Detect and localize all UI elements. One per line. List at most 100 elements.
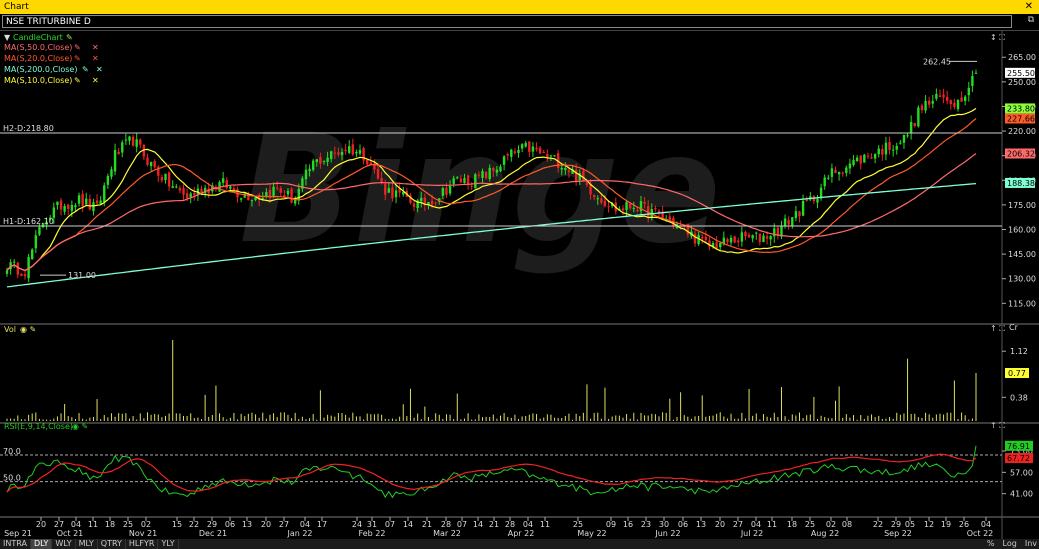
candle-body <box>70 204 74 211</box>
close-icon[interactable]: ✕ <box>1025 0 1033 14</box>
close-icon[interactable]: ✕ <box>92 43 99 52</box>
pencil-icon[interactable]: ✎ <box>82 65 89 74</box>
candle-body <box>942 94 945 98</box>
tab-yly[interactable]: YLY <box>158 539 179 549</box>
toggle-log[interactable]: Log <box>1003 539 1017 548</box>
volume-legend[interactable]: Vol <box>4 325 16 334</box>
close-icon[interactable]: ✕ <box>92 54 99 63</box>
tab-intra[interactable]: INTRA <box>0 539 31 549</box>
time-month-label: Jul 22 <box>740 529 763 538</box>
candle-body <box>967 87 970 96</box>
tab-hlfyr[interactable]: HLFYR <box>126 539 159 549</box>
time-month-label: Nov 21 <box>129 529 157 538</box>
symbol-input[interactable]: NSE TRITURBINE D <box>2 15 1012 28</box>
volume-value-tag-label: 0.77 <box>1008 369 1026 378</box>
time-month-label: Apr 22 <box>508 529 535 538</box>
time-tick-label: 05 <box>905 520 915 529</box>
indicator-legend[interactable]: MA(S,20.0,Close) <box>4 54 72 63</box>
candle-body <box>506 154 509 156</box>
tab-dly[interactable]: DLY <box>30 539 53 549</box>
candle-body <box>549 155 553 157</box>
rsi-tick-label: 57.00 <box>1010 468 1033 477</box>
candle-body <box>430 200 434 205</box>
candle-body <box>124 139 128 141</box>
time-tick-label: 04 <box>523 520 533 529</box>
candle-body <box>733 236 736 243</box>
toggle-percent[interactable]: % <box>987 539 995 548</box>
candle-body <box>488 167 491 179</box>
candle-body <box>495 169 499 173</box>
candle-body <box>106 176 110 185</box>
candle-body <box>542 152 545 154</box>
pencil-icon[interactable]: ✎ <box>74 43 81 52</box>
candle-body <box>88 198 92 210</box>
tab-qtry[interactable]: QTRY <box>98 539 126 549</box>
candle-body <box>834 169 837 174</box>
candle-body <box>899 142 902 144</box>
candle-body <box>441 188 445 196</box>
eye-icon[interactable]: ◉ ✎ <box>20 325 36 334</box>
h-line-label: H2-D:218.80 <box>3 124 54 133</box>
candle-body <box>773 228 776 237</box>
candle-body <box>668 216 672 220</box>
indicator-legend[interactable]: MA(S,10.0,Close) <box>4 76 72 85</box>
candle-body <box>128 136 131 141</box>
time-tick-label: 14 <box>403 520 413 529</box>
time-tick-label: 15 <box>172 520 182 529</box>
time-tick-label: 27 <box>279 520 289 529</box>
candle-body <box>146 157 149 165</box>
h-line-label: H1-D:162.10 <box>3 217 54 226</box>
price-tick-label: 160.00 <box>1008 225 1036 234</box>
candle-body <box>740 232 744 242</box>
candle-body <box>765 236 769 239</box>
tab-mly[interactable]: MLY <box>76 539 98 549</box>
candle-body <box>452 178 455 184</box>
candle-body <box>167 172 171 187</box>
pencil-icon[interactable]: ✎ <box>74 54 81 63</box>
time-tick-label: 08 <box>842 520 852 529</box>
chart-canvas[interactable]: Binge H2-D:218.80H1-D:162.10262.45131.00… <box>0 31 1039 539</box>
pane-controls-icon[interactable]: ↑ ⛶ <box>990 421 1005 430</box>
candle-body <box>412 203 416 207</box>
candle-body <box>621 208 625 211</box>
candle-body <box>538 147 542 154</box>
time-tick-label: 22 <box>873 520 883 529</box>
candle-legend-arrow[interactable]: ▼ <box>4 33 11 42</box>
time-month-label: Jun 22 <box>654 529 680 538</box>
close-icon[interactable]: ✕ <box>92 76 99 85</box>
candle-body <box>787 220 790 225</box>
time-tick-label: 21 <box>422 520 432 529</box>
tab-wly[interactable]: WLY <box>52 539 76 549</box>
close-icon[interactable]: ✕ <box>96 65 103 74</box>
time-tick-label: 07 <box>457 520 467 529</box>
indicator-legend[interactable]: MA(S,200.0,Close) <box>4 65 77 74</box>
rsi-legend[interactable]: RSI(E,9,14,Close) <box>4 422 73 431</box>
candle-body <box>783 218 787 227</box>
toggle-inv[interactable]: Inv <box>1025 539 1037 548</box>
restore-icon[interactable]: ⧉ <box>1028 15 1034 25</box>
eye-icon[interactable]: ◉ ✎ <box>72 422 88 431</box>
candle-body <box>5 270 9 274</box>
pane-controls-icon[interactable]: ↑ ⛶ <box>990 324 1005 333</box>
indicator-legend[interactable]: MA(S,50.0,Close) <box>4 43 72 52</box>
candle-body <box>484 171 488 179</box>
candle-body <box>747 234 751 238</box>
candle-body <box>229 186 232 189</box>
candle-body <box>135 139 138 147</box>
candle-body <box>935 93 938 99</box>
candle-body <box>837 171 841 175</box>
time-tick-label: 25 <box>573 520 583 529</box>
pencil-icon[interactable]: ✎ <box>66 33 73 42</box>
rsi-value-tag-label: 76.91 <box>1007 442 1030 451</box>
candle-body <box>830 168 834 177</box>
candle-body <box>286 190 290 195</box>
candle-body <box>564 168 567 170</box>
candle-body <box>164 173 167 181</box>
candle-body <box>769 236 772 240</box>
price-tick-label: 220.00 <box>1008 127 1036 136</box>
candle-body <box>445 188 448 195</box>
time-tick-label: 30 <box>659 520 669 529</box>
candle-legend[interactable]: CandleChart <box>13 33 63 42</box>
pencil-icon[interactable]: ✎ <box>74 76 81 85</box>
pane-controls-icon[interactable]: ↕ ⛶ <box>990 33 1005 42</box>
